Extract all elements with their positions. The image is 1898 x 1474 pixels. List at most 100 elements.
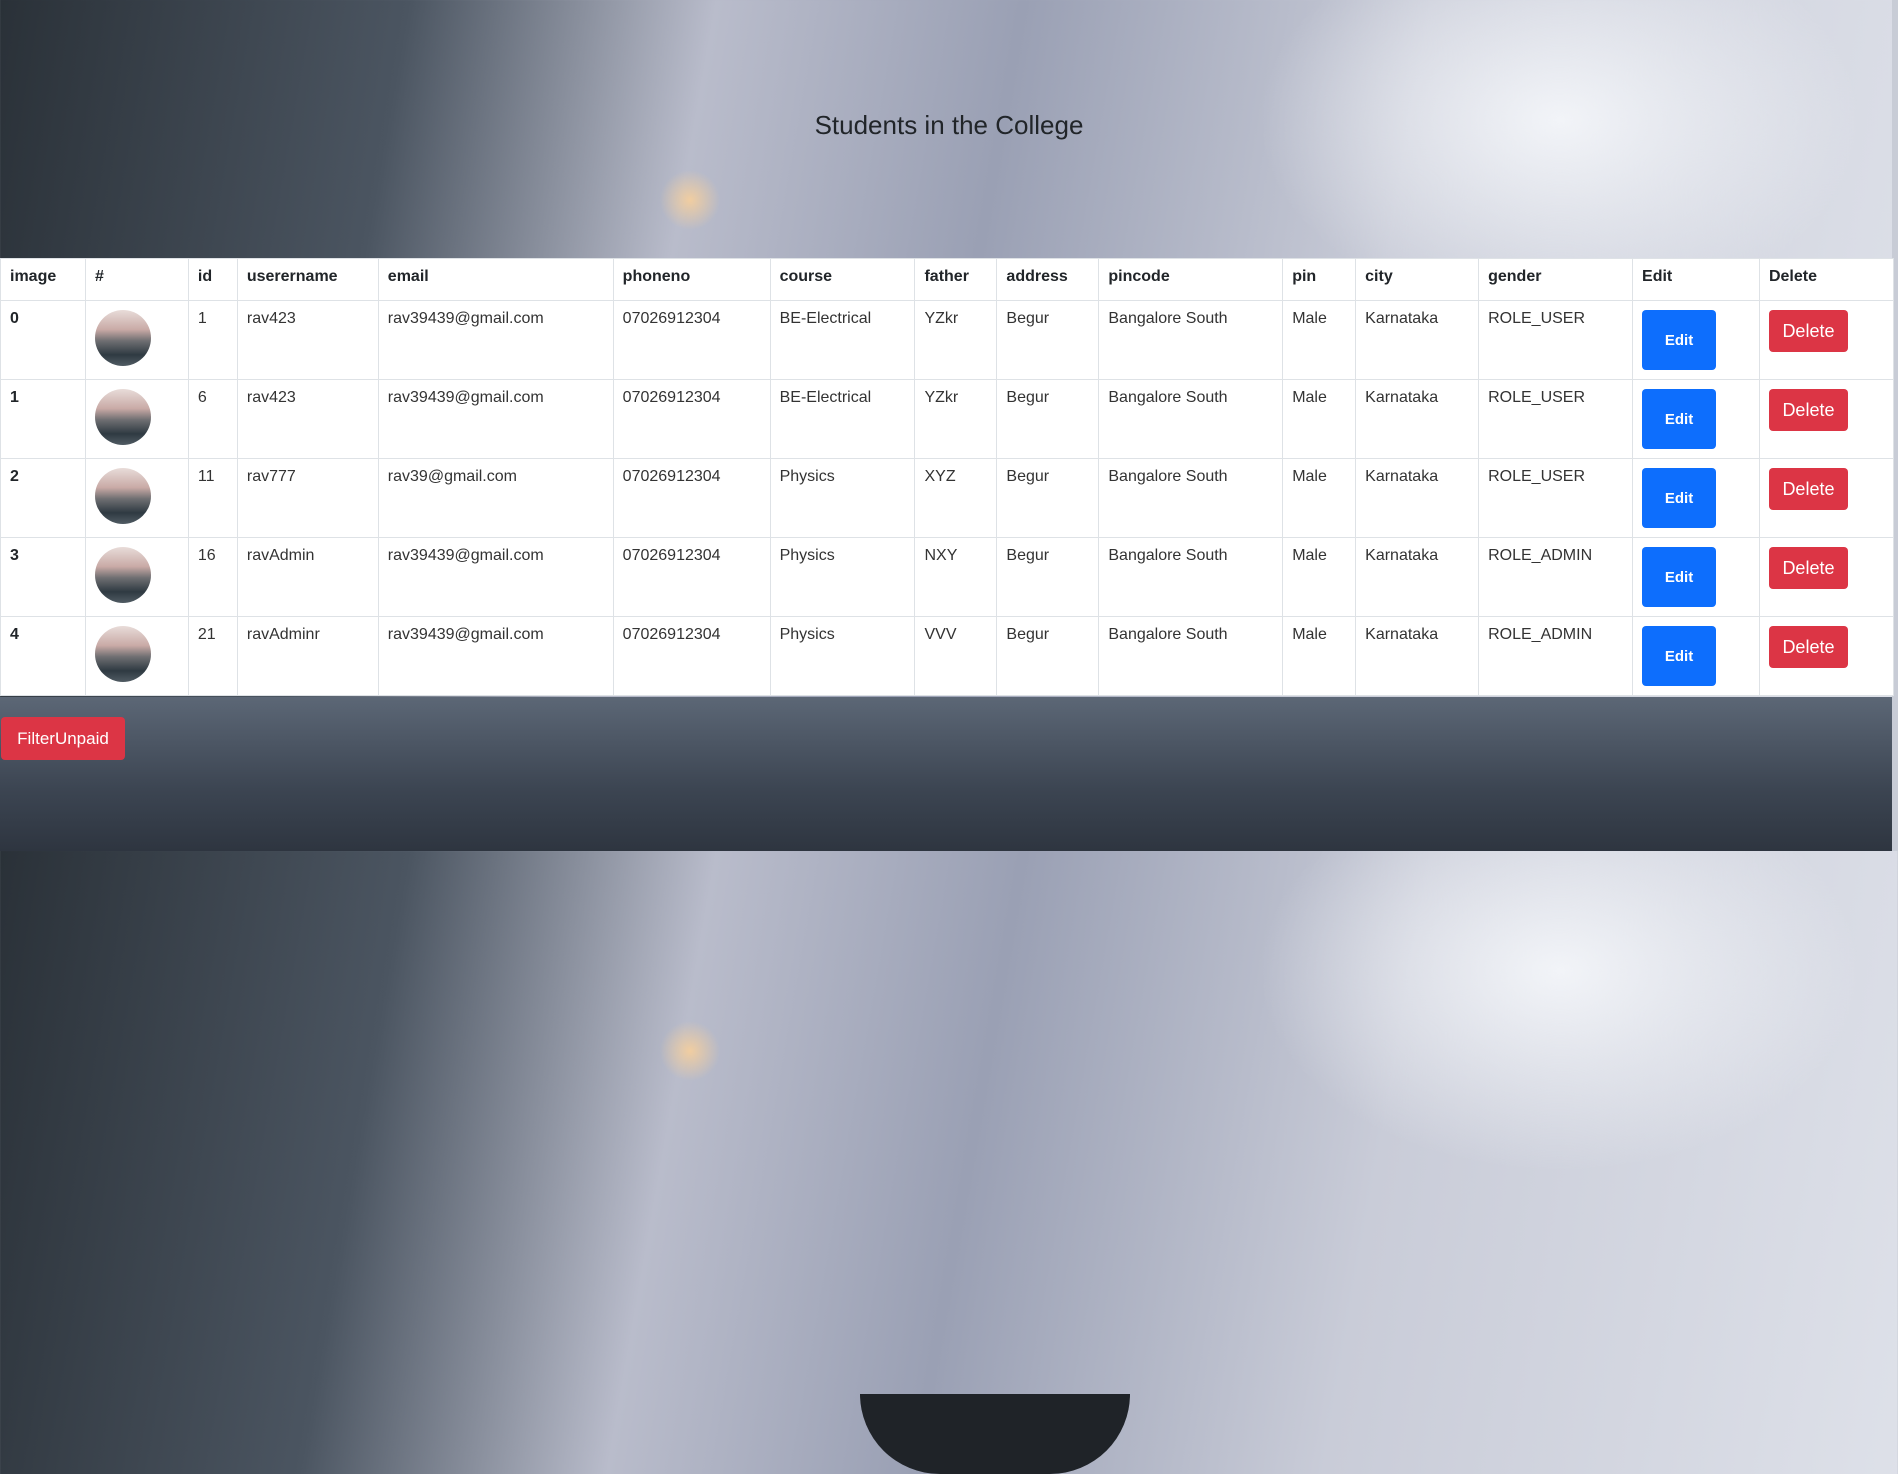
cell-username: ravAdmin: [236, 537, 379, 617]
column-header: Edit: [1632, 258, 1760, 301]
column-header: #: [84, 258, 189, 301]
cell-phoneno: 07026912304: [612, 537, 771, 617]
delete-cell: Delete: [1758, 458, 1895, 538]
background-image: [0, 697, 1898, 1474]
cell-address: Begur: [996, 300, 1100, 380]
avatar: [94, 468, 151, 524]
cell-pin: Male: [1282, 300, 1357, 380]
avatar-cell: [84, 458, 189, 538]
edit-button[interactable]: Edit: [1642, 389, 1717, 449]
edit-cell: Edit: [1632, 458, 1760, 538]
cell-course: Physics: [769, 537, 916, 617]
cell-id: 16: [187, 537, 238, 617]
cell-pincode: Bangalore South: [1098, 537, 1284, 617]
delete-cell: Delete: [1758, 616, 1895, 696]
cell-father: VVV: [914, 616, 998, 696]
cell-username: rav777: [236, 458, 379, 538]
delete-button[interactable]: Delete: [1768, 468, 1848, 510]
delete-cell: Delete: [1758, 300, 1895, 380]
edit-button[interactable]: Edit: [1642, 626, 1717, 686]
cell-pincode: Bangalore South: [1098, 616, 1284, 696]
column-header: id: [187, 258, 238, 301]
avatar-cell: [84, 537, 189, 617]
delete-button[interactable]: Delete: [1768, 310, 1848, 352]
avatar: [94, 310, 151, 366]
avatar-cell: [84, 379, 189, 459]
delete-button[interactable]: Delete: [1768, 626, 1848, 668]
cell-id: 6: [187, 379, 238, 459]
cell-address: Begur: [996, 537, 1100, 617]
filter-unpaid-button[interactable]: FilterUnpaid: [1, 717, 125, 760]
cell-course: Physics: [769, 458, 916, 538]
column-header: father: [914, 258, 998, 301]
page-title: Students in the College: [814, 110, 1084, 140]
table-row: 2 11 rav777 rav39@gmail.com 07026912304 Physi…: [0, 458, 1895, 538]
table-header-row: image # id userername email phoneno course fath…: [0, 258, 1895, 301]
column-header: image: [0, 258, 86, 301]
edit-button[interactable]: Edit: [1642, 468, 1717, 528]
avatar: [94, 626, 151, 682]
edit-cell: Edit: [1632, 616, 1760, 696]
cell-username: ravAdminr: [236, 616, 379, 696]
cell-gender: ROLE_USER: [1478, 458, 1634, 538]
cell-city: Karnataka: [1355, 300, 1480, 380]
cell-gender: ROLE_ADMIN: [1478, 616, 1634, 696]
table-row: 0 1 rav423 rav39439@gmail.com 07026912304 BE-…: [0, 300, 1895, 380]
cell-father: YZkr: [914, 300, 998, 380]
cell-father: YZkr: [914, 379, 998, 459]
edit-button[interactable]: Edit: [1642, 547, 1717, 607]
students-table: image # id userername email phoneno course fath…: [0, 258, 1895, 696]
cell-gender: ROLE_USER: [1478, 300, 1634, 380]
column-header: Delete: [1758, 258, 1895, 301]
cell-course: BE-Electrical: [769, 300, 916, 380]
cell-pincode: Bangalore South: [1098, 300, 1284, 380]
cell-id: 1: [187, 300, 238, 380]
row-index: 4: [0, 616, 86, 696]
avatar-cell: [84, 300, 189, 380]
column-header: gender: [1478, 258, 1634, 301]
cell-city: Karnataka: [1355, 616, 1480, 696]
delete-cell: Delete: [1758, 379, 1895, 459]
cell-username: rav423: [236, 379, 379, 459]
cell-email: rav39439@gmail.com: [377, 616, 614, 696]
row-index: 3: [0, 537, 86, 617]
column-header: address: [996, 258, 1100, 301]
cell-address: Begur: [996, 616, 1100, 696]
edit-cell: Edit: [1632, 300, 1760, 380]
cell-gender: ROLE_USER: [1478, 379, 1634, 459]
edit-button[interactable]: Edit: [1642, 310, 1717, 370]
column-header: userername: [236, 258, 379, 301]
table-row: 4 21 ravAdminr rav39439@gmail.com 0702691230…: [0, 616, 1895, 696]
column-header: course: [769, 258, 916, 301]
delete-cell: Delete: [1758, 537, 1895, 617]
cell-phoneno: 07026912304: [612, 379, 771, 459]
column-header: city: [1355, 258, 1480, 301]
cell-pin: Male: [1282, 458, 1357, 538]
cell-city: Karnataka: [1355, 379, 1480, 459]
cell-pincode: Bangalore South: [1098, 379, 1284, 459]
edit-cell: Edit: [1632, 379, 1760, 459]
cell-phoneno: 07026912304: [612, 616, 771, 696]
cell-father: NXY: [914, 537, 998, 617]
avatar: [94, 547, 151, 603]
cell-father: XYZ: [914, 458, 998, 538]
cell-pincode: Bangalore South: [1098, 458, 1284, 538]
cell-pin: Male: [1282, 379, 1357, 459]
cell-id: 21: [187, 616, 238, 696]
cell-address: Begur: [996, 458, 1100, 538]
cell-address: Begur: [996, 379, 1100, 459]
delete-button[interactable]: Delete: [1768, 547, 1848, 589]
row-index: 2: [0, 458, 86, 538]
cell-phoneno: 07026912304: [612, 300, 771, 380]
delete-button[interactable]: Delete: [1768, 389, 1848, 431]
cell-id: 11: [187, 458, 238, 538]
cell-city: Karnataka: [1355, 537, 1480, 617]
column-header: pin: [1282, 258, 1357, 301]
table-row: 3 16 ravAdmin rav39439@gmail.com 07026912304…: [0, 537, 1895, 617]
cell-email: rav39439@gmail.com: [377, 537, 614, 617]
cell-city: Karnataka: [1355, 458, 1480, 538]
cell-phoneno: 07026912304: [612, 458, 771, 538]
avatar-cell: [84, 616, 189, 696]
table-row: 1 6 rav423 rav39439@gmail.com 07026912304 BE-…: [0, 379, 1895, 459]
cell-email: rav39439@gmail.com: [377, 379, 614, 459]
